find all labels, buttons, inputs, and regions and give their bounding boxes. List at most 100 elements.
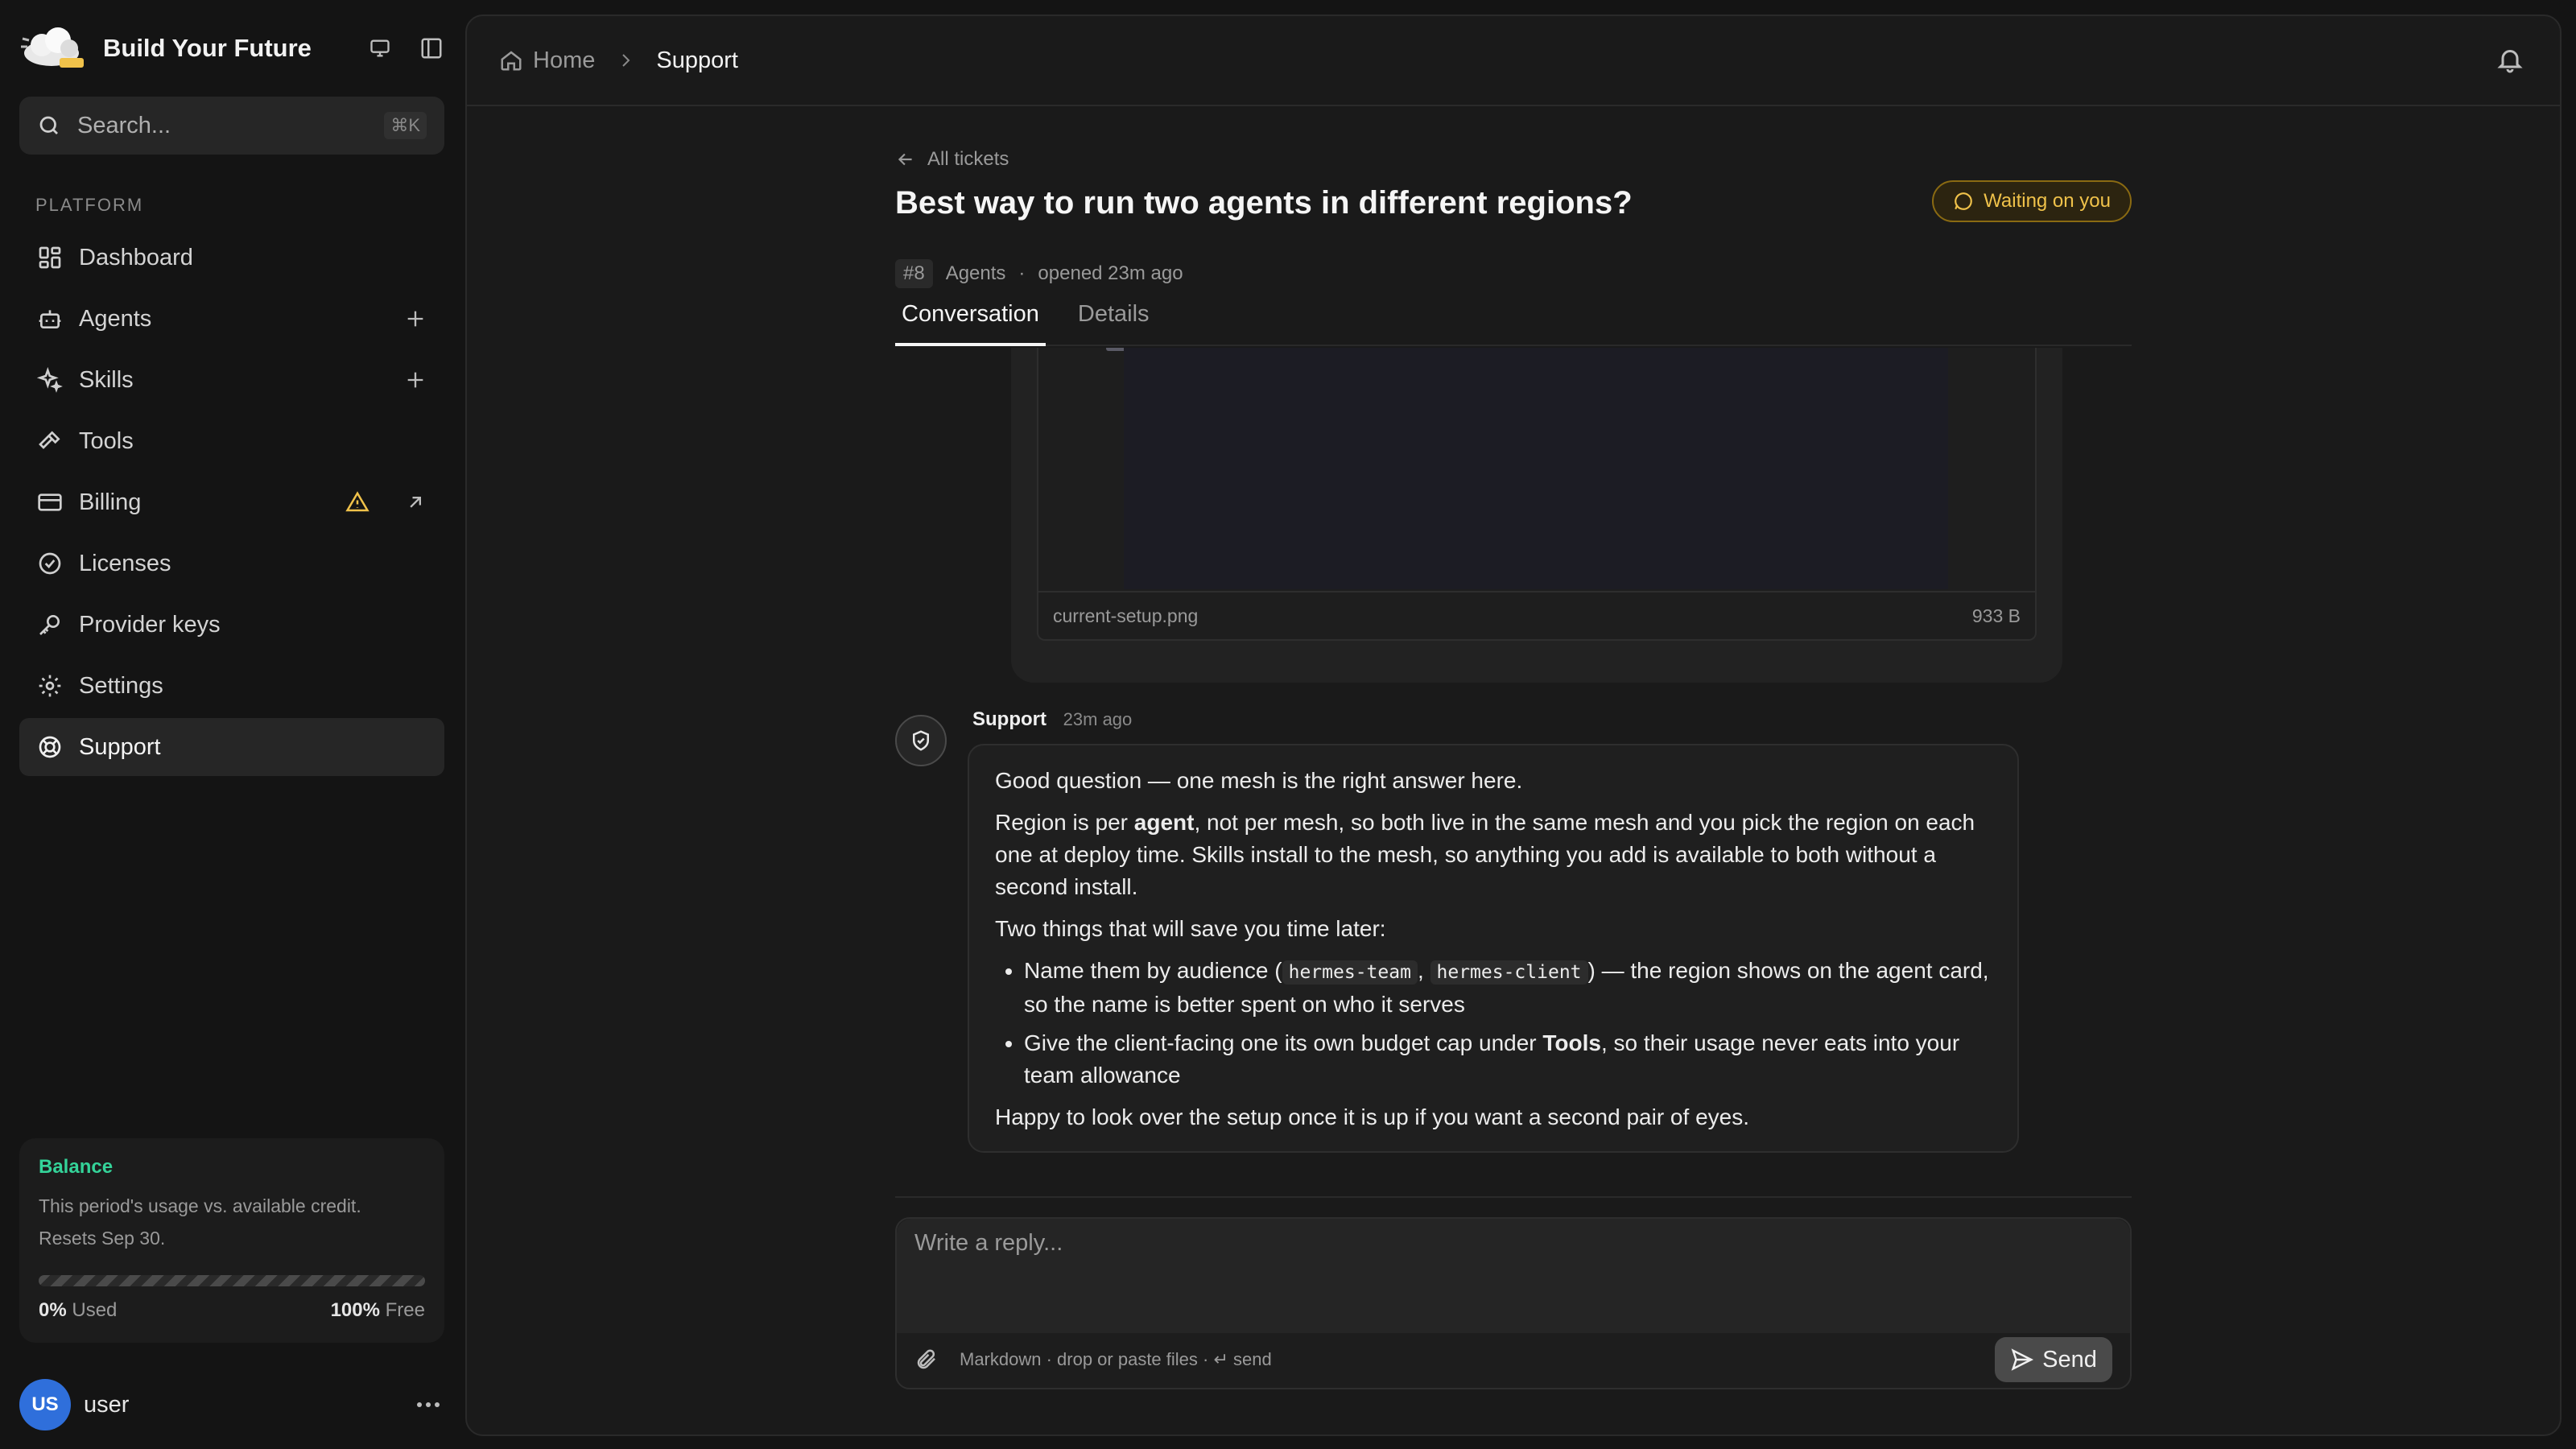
sidebar-item-billing[interactable]: Billing (19, 473, 444, 531)
sidebar-item-agents[interactable]: Agents (19, 290, 444, 348)
ticket-title: Best way to run two agents in different … (895, 185, 1633, 221)
credit-card-icon (35, 488, 64, 517)
sidebar-item-label: Licenses (79, 550, 171, 576)
check-circle-icon (35, 549, 64, 578)
sidebar-item-label: Billing (79, 489, 142, 515)
ticket-view: All tickets Best way to run two agents i… (895, 106, 2132, 1435)
ticket-meta: #8 Agents · opened 23m ago (895, 259, 1183, 288)
message-circle-icon (1955, 192, 1972, 210)
home-icon[interactable] (499, 48, 523, 72)
paperclip-icon[interactable] (914, 1348, 939, 1372)
main-panel: Home Support All tickets Best way to run… (465, 14, 2562, 1436)
external-link-icon[interactable] (401, 488, 430, 517)
cloud-logo-icon (19, 23, 89, 74)
attachment-filename[interactable]: current-setup.png (1053, 605, 1198, 627)
balance-description: This period's usage vs. available credit… (39, 1195, 361, 1249)
breadcrumb-current: Support (656, 47, 738, 73)
tab-details[interactable]: Details (1071, 296, 1156, 346)
sparkles-icon (35, 365, 64, 394)
message-paragraph: Happy to look over the setup once it is … (995, 1104, 1749, 1129)
search-input[interactable]: Search... ⌘K (19, 97, 444, 155)
composer-divider (895, 1196, 2132, 1198)
sidebar-nav: Dashboard Agents Skills Tools Billing Li… (19, 229, 444, 779)
sidebar-item-label: Support (79, 733, 161, 760)
list-item: Give the client-facing one its own budge… (1024, 1027, 1992, 1092)
attachment-preview[interactable]: current-setup.png 933 B (1037, 348, 2037, 641)
balance-title: Balance (39, 1156, 114, 1178)
topbar: Home Support (467, 16, 2560, 106)
search-placeholder: Search... (77, 112, 171, 138)
message-bubble: Good question — one mesh is the right an… (968, 744, 2019, 1153)
reply-input[interactable]: Write a reply... (897, 1219, 2130, 1333)
message-header: Support 23m ago (972, 708, 1132, 731)
back-to-tickets-link[interactable]: All tickets (895, 148, 1009, 171)
hammer-icon (35, 427, 64, 456)
sidebar-item-support[interactable]: Support (19, 718, 444, 776)
composer-hint: Markdown · drop or paste files · ↵ send (960, 1349, 1272, 1369)
avatar: US (19, 1379, 71, 1430)
shield-check-icon (913, 730, 929, 751)
balance-free: 100% Free (330, 1299, 425, 1321)
brand-name: Build Your Future (103, 34, 312, 62)
sidebar-item-label: Skills (79, 366, 134, 393)
ticket-tabs: Conversation Details (895, 296, 2132, 346)
gear-icon (35, 671, 64, 700)
attachment-size: 933 B (1971, 605, 2021, 626)
message-list: Name them by audience (hermes-team, herm… (1024, 955, 1992, 1092)
send-icon (2011, 1348, 2034, 1371)
ticket-category: Agents (945, 262, 1006, 284)
conversation-thread[interactable]: current-setup.png 933 B Support 23m ago … (895, 348, 2132, 1193)
sidebar-item-label: Tools (79, 427, 134, 454)
sidebar-item-licenses[interactable]: Licenses (19, 535, 444, 592)
sidebar-item-label: Agents (79, 305, 152, 332)
sidebar-item-settings[interactable]: Settings (19, 657, 444, 715)
search-shortcut: ⌘K (384, 112, 427, 139)
chevron-right-icon (616, 51, 635, 70)
user-menu[interactable]: US user (19, 1378, 444, 1431)
add-skill-icon[interactable] (401, 365, 430, 394)
key-icon (35, 610, 64, 639)
sidebar-item-label: Provider keys (79, 611, 221, 638)
more-horizontal-icon[interactable] (412, 1389, 444, 1421)
message-paragraph: Good question — one mesh is the right an… (995, 768, 1523, 793)
sidebar-toggle-icon[interactable] (415, 34, 448, 63)
sidebar-item-provider-keys[interactable]: Provider keys (19, 596, 444, 654)
bot-icon (35, 304, 64, 333)
message-paragraph: Two things that will save you time later… (995, 916, 1386, 941)
support-avatar (895, 715, 947, 766)
status-badge: Waiting on you (1932, 180, 2132, 222)
bell-icon[interactable] (2496, 45, 2528, 77)
attachment-image (1124, 348, 1948, 589)
balance-used: 0% Used (39, 1299, 118, 1321)
lifebuoy-icon (35, 733, 64, 762)
tab-conversation[interactable]: Conversation (895, 296, 1046, 346)
ticket-number: #8 (895, 259, 933, 288)
monitor-icon[interactable] (364, 34, 396, 63)
ticket-opened: opened 23m ago (1038, 262, 1183, 284)
add-agent-icon[interactable] (401, 304, 430, 333)
sidebar-item-dashboard[interactable]: Dashboard (19, 229, 444, 287)
reply-composer: Write a reply... Markdown · drop or past… (895, 1217, 2132, 1389)
user-message-attachment-card: current-setup.png 933 B (1011, 348, 2062, 683)
dashboard-icon (35, 243, 64, 272)
breadcrumb: Home Support (499, 47, 738, 74)
sidebar: Build Your Future Search... ⌘K PLATFORM … (0, 0, 460, 1449)
sidebar-item-skills[interactable]: Skills (19, 351, 444, 409)
arrow-left-icon (898, 153, 912, 166)
balance-card: Balance This period's usage vs. availabl… (19, 1138, 444, 1343)
send-button[interactable]: Send (1995, 1337, 2112, 1382)
brand[interactable]: Build Your Future (19, 23, 454, 74)
sidebar-item-label: Dashboard (79, 244, 193, 270)
list-item: Name them by audience (hermes-team, herm… (1024, 955, 1992, 1021)
breadcrumb-home[interactable]: Home (533, 47, 595, 74)
warning-icon (343, 488, 372, 517)
sidebar-item-tools[interactable]: Tools (19, 412, 444, 470)
message-time: 23m ago (1063, 709, 1133, 729)
section-label-platform: PLATFORM (35, 195, 144, 215)
search-icon (37, 114, 61, 138)
balance-progress-bar (39, 1275, 425, 1286)
message-paragraph: Region is per agent, not per mesh, so bo… (995, 810, 1975, 899)
user-name: user (84, 1391, 130, 1418)
message-author: Support (972, 708, 1046, 730)
sidebar-item-label: Settings (79, 672, 163, 699)
